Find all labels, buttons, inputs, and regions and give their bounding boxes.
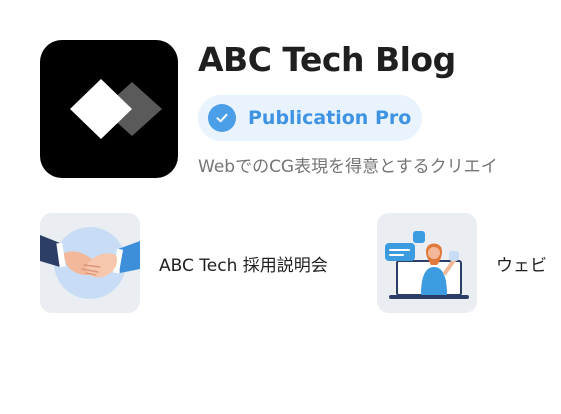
publication-header-page: ABC Tech Blog Publication Pro WebでのCG表現を… [0,0,561,414]
badge-label: Publication Pro [248,107,412,129]
card-label: ABC Tech 採用説明会 [159,255,328,276]
card-thumbnail [377,213,477,313]
handshake-icon [40,213,140,313]
publication-pro-badge[interactable]: Publication Pro [198,95,422,141]
recruitment-session-card[interactable]: ABC Tech 採用説明会 [40,213,328,313]
webinar-card[interactable]: ウェビ [377,213,547,313]
card-label: ウェビ [496,255,547,276]
webinar-presenter-icon [377,213,477,313]
blog-description: WebでのCG表現を得意とするクリエイ [198,157,498,177]
blog-title: ABC Tech Blog [198,40,456,79]
card-thumbnail [40,213,140,313]
blog-logo[interactable] [40,40,178,178]
verified-check-icon [208,104,236,132]
diamond-logo-icon [70,79,162,139]
